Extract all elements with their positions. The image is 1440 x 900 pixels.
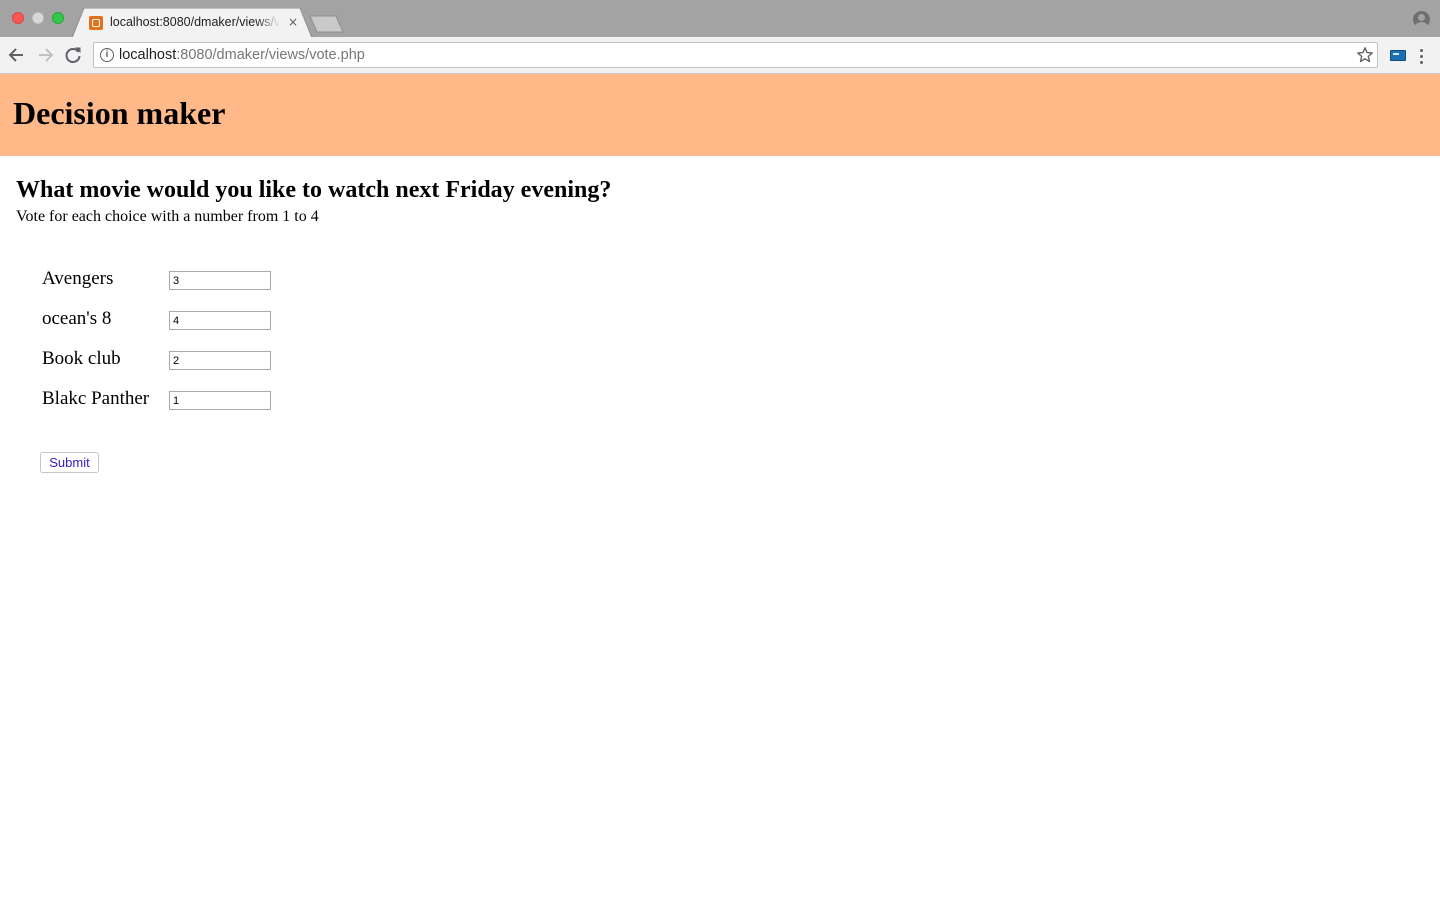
choice-row: Avengers [42, 268, 282, 292]
vote-input[interactable] [169, 271, 271, 290]
info-icon[interactable]: i [100, 48, 114, 62]
window-close-button[interactable] [12, 12, 24, 24]
extension-icon[interactable] [1390, 50, 1406, 61]
tab-close-icon[interactable]: × [286, 14, 300, 30]
browser-toolbar: i localhost:8080/dmaker/views/vote.php [0, 37, 1440, 74]
choice-row: ocean's 8 [42, 308, 282, 332]
url-text[interactable]: localhost:8080/dmaker/views/vote.php [119, 47, 365, 63]
vote-input[interactable] [169, 351, 271, 370]
window-zoom-button[interactable] [52, 12, 64, 24]
browser-tab-active[interactable]: localhost:8080/dmaker/views/vote.php × [72, 8, 312, 38]
choice-row: Blakc Panther [42, 388, 282, 412]
submit-button[interactable]: Submit [40, 452, 99, 473]
new-tab-button[interactable] [309, 15, 345, 33]
url-path: :8080/dmaker/views/vote.php [176, 47, 365, 63]
choice-label: ocean's 8 [42, 308, 112, 329]
choice-label: Blakc Panther [42, 388, 150, 409]
profile-icon[interactable] [1413, 11, 1430, 28]
vote-input[interactable] [169, 391, 271, 410]
star-icon[interactable] [1356, 46, 1374, 64]
arrow-right-icon[interactable] [34, 44, 56, 66]
poll-question: What movie would you like to watch next … [16, 177, 612, 203]
choice-label: Avengers [42, 268, 114, 289]
tab-title: localhost:8080/dmaker/views/vote.php [110, 15, 280, 29]
page-header: Decision maker [0, 74, 1440, 156]
address-bar[interactable]: i localhost:8080/dmaker/views/vote.php [93, 42, 1378, 68]
xampp-favicon-icon [89, 16, 103, 30]
arrow-left-icon[interactable] [6, 44, 28, 66]
browser-titlebar: localhost:8080/dmaker/views/vote.php × [0, 0, 1440, 38]
url-host: localhost [119, 47, 177, 63]
poll-instructions: Vote for each choice with a number from … [16, 208, 319, 225]
window-minimize-button[interactable] [32, 12, 44, 24]
reload-icon[interactable] [62, 44, 84, 66]
choice-label: Book club [42, 348, 121, 369]
choice-row: Book club [42, 348, 282, 372]
vote-input[interactable] [169, 311, 271, 330]
kebab-menu-icon[interactable] [1415, 47, 1429, 65]
site-title: Decision maker [13, 95, 226, 131]
